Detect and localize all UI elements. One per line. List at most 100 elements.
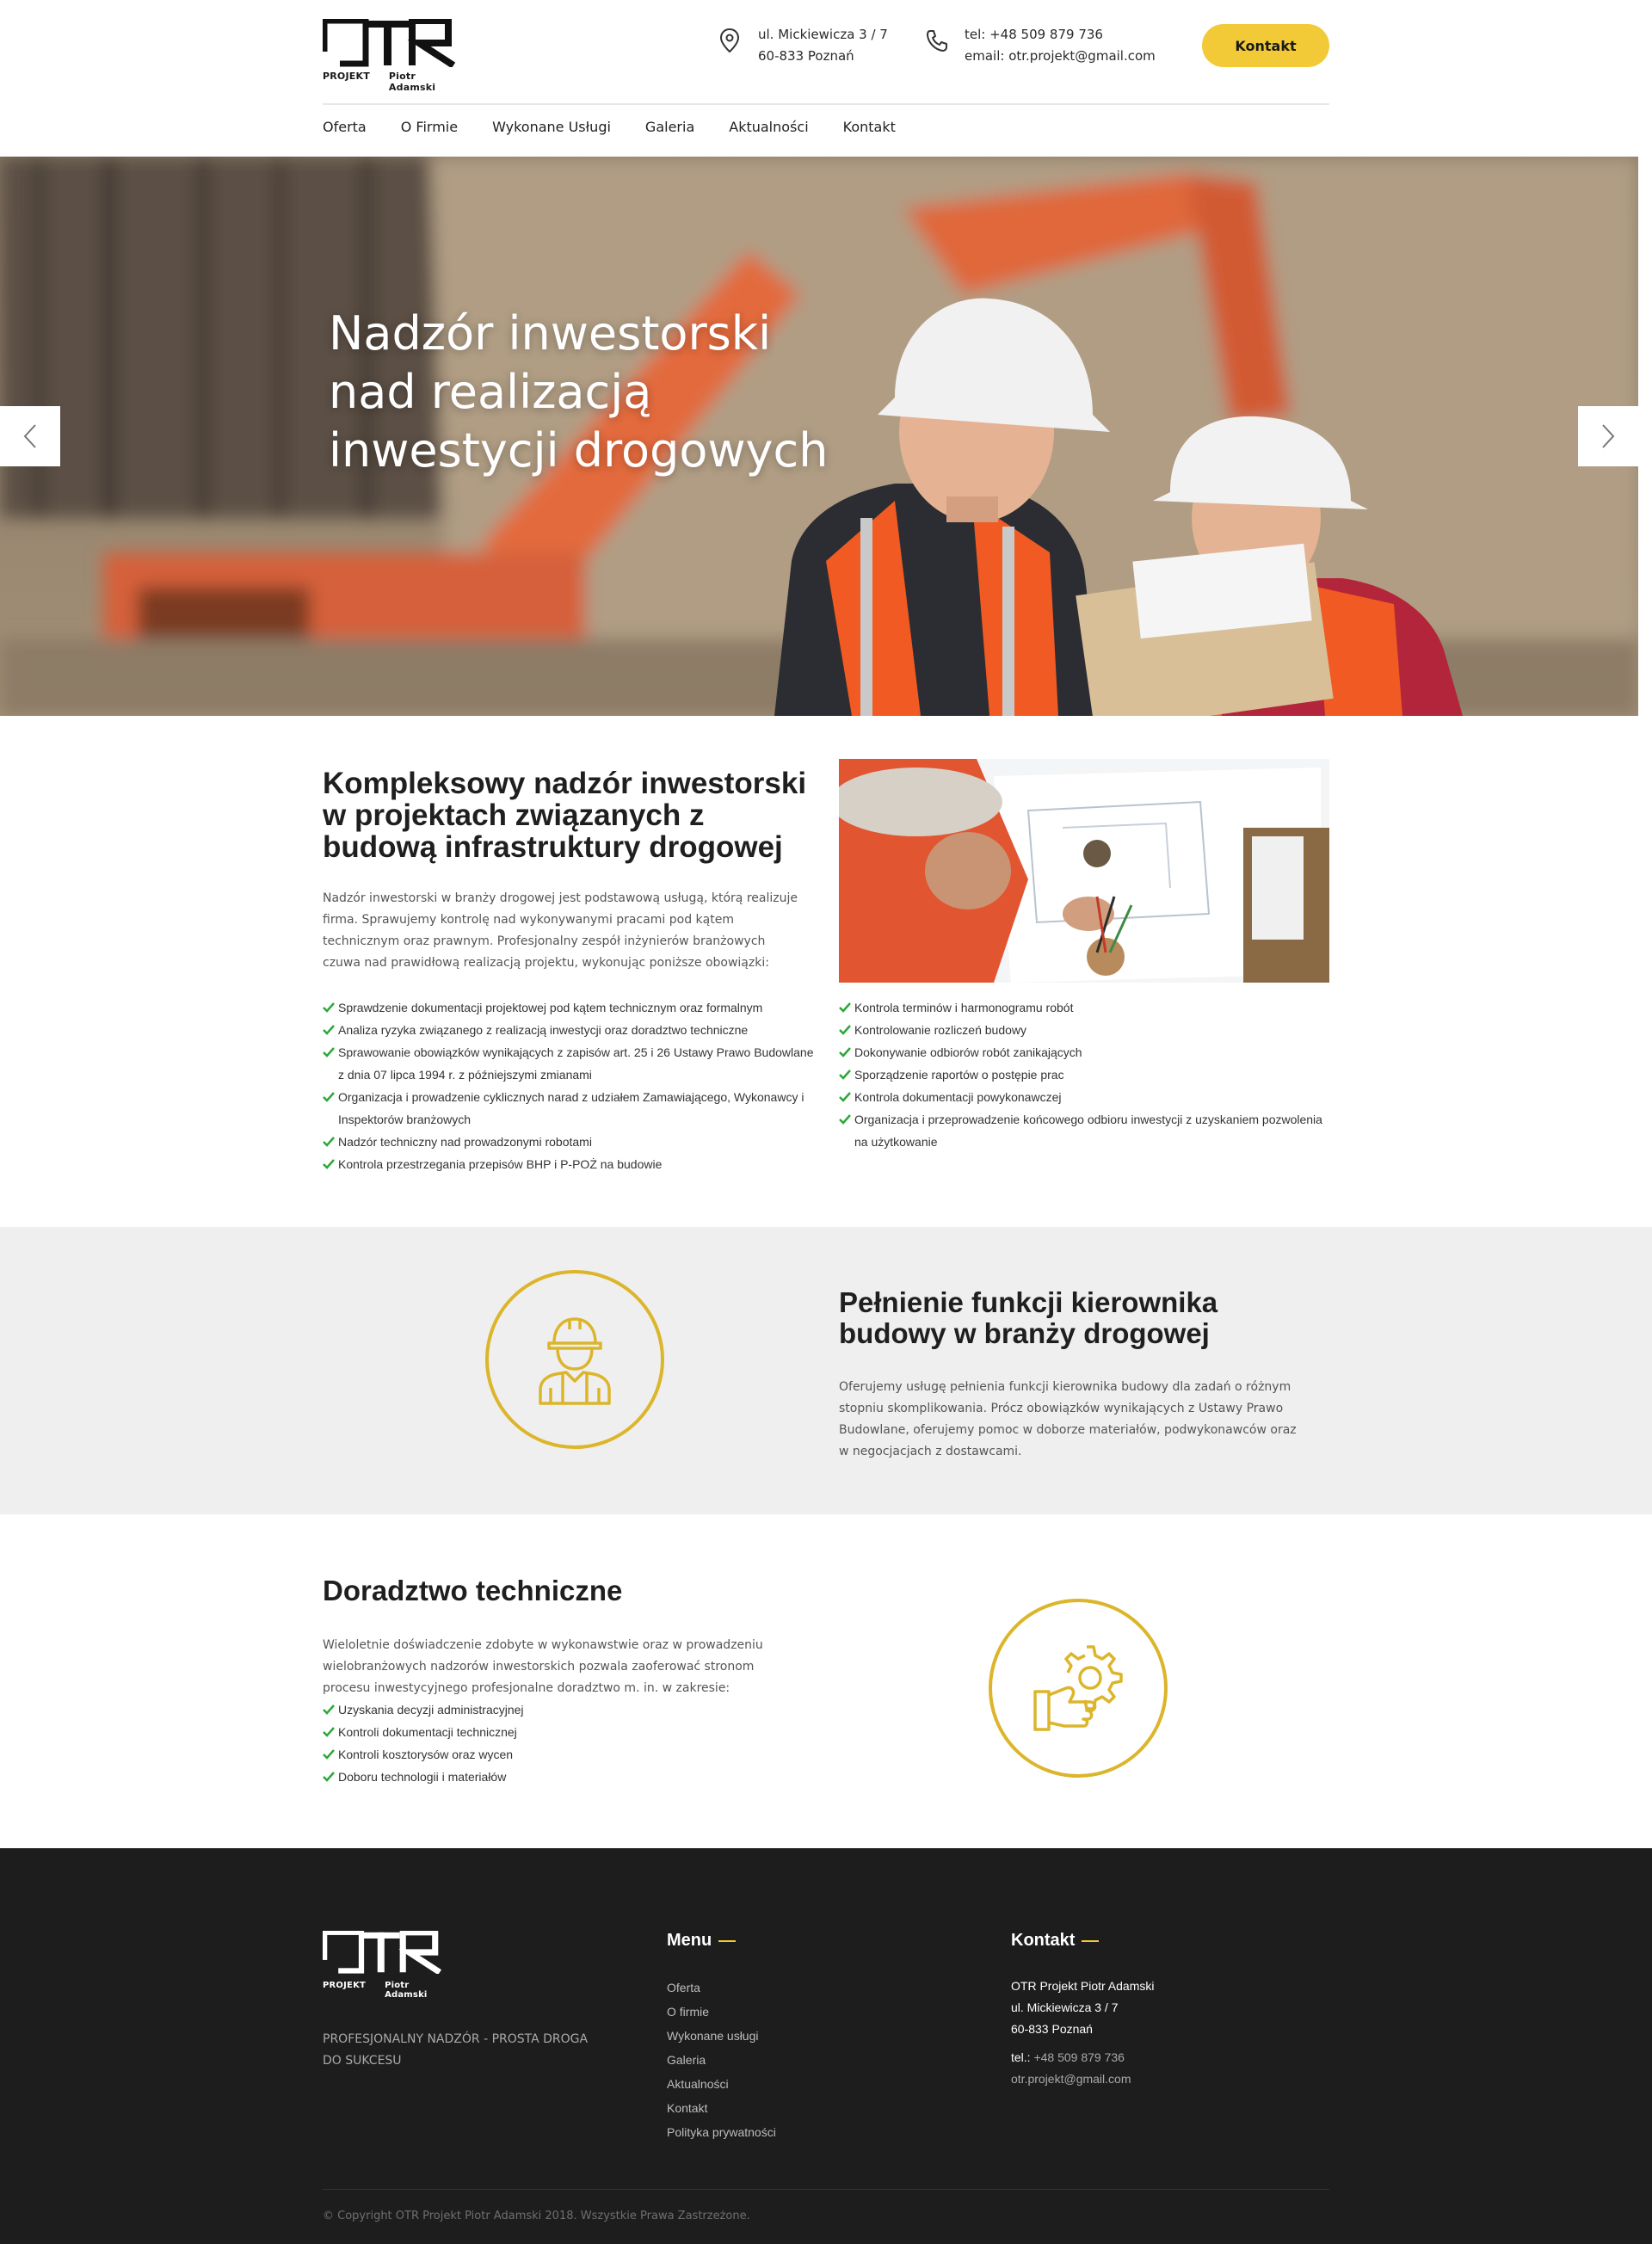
list-item: Kontrolowanie rozliczeń budowy xyxy=(839,1019,1329,1041)
list-item: Kontroli kosztorysów oraz wycen xyxy=(323,1743,804,1766)
logo[interactable]: PROJEKT Piotr Adamski xyxy=(323,19,457,93)
technical-consulting-section: Doradztwo techniczne Wieloletnie doświad… xyxy=(323,1514,1329,1848)
site-header: PROJEKT Piotr Adamski ul. Mickiewicza 3 … xyxy=(323,0,1329,157)
logo-sub-right: Piotr Adamski xyxy=(388,71,436,93)
list-item: Nadzór techniczny nad prowadzonymi robot… xyxy=(323,1131,822,1153)
section1-intro: Nadzór inwestorski w branży drogowej jes… xyxy=(323,891,798,970)
site-manager-section: Pełnienie funkcji kierownika budowy w br… xyxy=(0,1227,1652,1514)
logo-sub-left: PROJEKT xyxy=(323,71,370,82)
section2-heading: Pełnienie funkcji kierownika budowy w br… xyxy=(839,1286,1218,1349)
list-item: Sprawowanie obowiązków wynikających z za… xyxy=(323,1041,822,1086)
footer-menu-item-aktualnosci[interactable]: Aktualności xyxy=(667,2072,776,2096)
header-address: ul. Mickiewicza 3 / 7 60-833 Poznań xyxy=(718,24,888,67)
address-line-1: ul. Mickiewicza 3 / 7 xyxy=(758,27,888,42)
title-accent-bar xyxy=(1082,1939,1100,1942)
investor-supervision-section: Kompleksowy nadzór inwestorski w projekt… xyxy=(323,716,1329,1227)
duties-list-left: Sprawdzenie dokumentacji projektowej pod… xyxy=(323,996,822,1175)
check-icon xyxy=(323,1159,335,1169)
list-item: Kontrola terminów i harmonogramu robót xyxy=(839,996,1329,1019)
check-icon xyxy=(323,1137,335,1147)
footer-tagline: PROFESJONALNY NADZÓR - PROSTA DROGA DO S… xyxy=(323,2032,589,2068)
otr-logo-mark xyxy=(321,1929,442,1976)
consulting-list: Uzyskania decyzji administracyjnej Kontr… xyxy=(323,1698,804,1788)
gear-icon-circle xyxy=(989,1599,1168,1778)
slider-prev-button[interactable] xyxy=(0,406,60,466)
section1-heading: Kompleksowy nadzór inwestorski w projekt… xyxy=(323,767,807,864)
list-item: Kontrola dokumentacji powykonawczej xyxy=(839,1086,1329,1108)
footer-menu-item-polityka[interactable]: Polityka prywatności xyxy=(667,2120,776,2144)
footer-menu-item-kontakt[interactable]: Kontakt xyxy=(667,2096,776,2120)
main-nav: Oferta O Firmie Wykonane Usługi Galeria … xyxy=(323,119,896,135)
footer-menu-item-oferta[interactable]: Oferta xyxy=(667,1976,776,2000)
nav-item-o-firmie[interactable]: O Firmie xyxy=(401,119,458,135)
hero-title: Nadzór inwestorski nad realizacją inwest… xyxy=(329,306,829,478)
list-item: Organizacja i prowadzenie cyklicznych na… xyxy=(323,1086,822,1131)
footer-contact-title: Kontakt xyxy=(1011,1931,1100,1951)
list-item: Kontrola przestrzegania przepisów BHP i … xyxy=(323,1153,822,1175)
nav-item-galeria[interactable]: Galeria xyxy=(645,119,694,135)
check-icon xyxy=(323,1002,335,1013)
list-item: Dokonywanie odbiorów robót zanikających xyxy=(839,1041,1329,1063)
section3-text: Wieloletnie doświadczenie zdobyte w wyko… xyxy=(323,1638,763,1695)
check-icon xyxy=(323,1727,335,1737)
header-phone-email: tel: +48 509 879 736 email: otr.projekt@… xyxy=(925,24,1156,67)
footer-city: 60-833 Poznań xyxy=(1011,2022,1093,2036)
nav-item-wykonane-uslugi[interactable]: Wykonane Usługi xyxy=(492,119,611,135)
list-item: Doboru technologii i materiałów xyxy=(323,1766,804,1788)
construction-worker-icon xyxy=(539,1317,611,1405)
check-icon xyxy=(839,1002,851,1013)
check-icon xyxy=(323,1092,335,1102)
list-item: Uzyskania decyzji administracyjnej xyxy=(323,1698,804,1721)
footer-street: ul. Mickiewicza 3 / 7 xyxy=(1011,2000,1119,2014)
chevron-right-icon xyxy=(1602,424,1615,448)
check-icon xyxy=(839,1092,851,1102)
list-item: Kontroli dokumentacji technicznej xyxy=(323,1721,804,1743)
footer-menu-item-o-firmie[interactable]: O firmie xyxy=(667,2000,776,2024)
nav-item-kontakt[interactable]: Kontakt xyxy=(843,119,896,135)
header-divider xyxy=(323,103,1329,105)
footer-phone[interactable]: tel.: +48 509 879 736 xyxy=(1011,2047,1155,2068)
footer-menu-item-wykonane-uslugi[interactable]: Wykonane usługi xyxy=(667,2024,776,2048)
phone-icon xyxy=(927,30,947,52)
chevron-left-icon xyxy=(23,424,36,448)
check-icon xyxy=(839,1025,851,1035)
slider-next-button[interactable] xyxy=(1578,406,1638,466)
hero-slider: Nadzór inwestorski nad realizacją inwest… xyxy=(0,157,1638,716)
gear-hand-icon xyxy=(1033,1645,1123,1731)
list-item: Sprawdzenie dokumentacji projektowej pod… xyxy=(323,996,822,1019)
nav-item-oferta[interactable]: Oferta xyxy=(323,119,367,135)
footer-menu-title: Menu xyxy=(667,1931,737,1951)
footer-contact: OTR Projekt Piotr Adamski ul. Mickiewicz… xyxy=(1011,1976,1155,2090)
copyright: © Copyright OTR Projekt Piotr Adamski 20… xyxy=(323,2210,750,2222)
title-accent-bar xyxy=(718,1939,737,1942)
nav-item-aktualnosci[interactable]: Aktualności xyxy=(729,119,808,135)
site-footer: PROJEKT Piotr Adamski PROFESJONALNY NADZ… xyxy=(0,1848,1652,2244)
email-line[interactable]: email: otr.projekt@gmail.com xyxy=(965,46,1156,67)
footer-logo[interactable]: PROJEKT Piotr Adamski xyxy=(321,1929,443,2000)
footer-company: OTR Projekt Piotr Adamski xyxy=(1011,1979,1155,1993)
address-line-2: 60-833 Poznań xyxy=(758,48,854,64)
duties-list-right: Kontrola terminów i harmonogramu robót K… xyxy=(839,996,1329,1153)
otr-logo-mark xyxy=(323,19,456,67)
check-icon xyxy=(323,1047,335,1057)
footer-logo-sub-left: PROJEKT xyxy=(323,1981,367,1990)
engineer-plans-photo xyxy=(839,759,1329,983)
list-item: Sporządzenie raportów o postępie prac xyxy=(839,1063,1329,1086)
check-icon xyxy=(839,1047,851,1057)
check-icon xyxy=(323,1749,335,1760)
list-item: Analiza ryzyka związanego z realizacją i… xyxy=(323,1019,822,1041)
location-pin-icon xyxy=(719,28,740,53)
section3-heading: Doradztwo techniczne xyxy=(323,1575,623,1606)
footer-menu-item-galeria[interactable]: Galeria xyxy=(667,2048,776,2072)
footer-logo-sub-right: Piotr Adamski xyxy=(385,1981,428,2000)
list-item: Organizacja i przeprowadzenie końcowego … xyxy=(839,1108,1329,1153)
phone-line[interactable]: tel: +48 509 879 736 xyxy=(965,24,1156,46)
footer-menu: Oferta O firmie Wykonane usługi Galeria … xyxy=(667,1976,776,2144)
section2-text: Oferujemy usługę pełnienia funkcji kiero… xyxy=(839,1380,1297,1458)
footer-divider xyxy=(323,2189,1329,2190)
kontakt-button[interactable]: Kontakt xyxy=(1202,24,1329,67)
check-icon xyxy=(323,1705,335,1715)
check-icon xyxy=(323,1772,335,1782)
check-icon xyxy=(323,1025,335,1035)
footer-email[interactable]: otr.projekt@gmail.com xyxy=(1011,2068,1155,2090)
